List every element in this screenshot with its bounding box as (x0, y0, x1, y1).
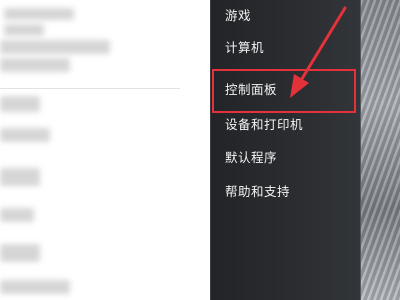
menu-item-computer[interactable]: 计算机 (225, 40, 264, 56)
menu-item-control-panel[interactable]: 控制面板 (225, 82, 277, 98)
blurred-item (4, 8, 74, 20)
start-menu-right-pane: 游戏 计算机 控制面板 设备和打印机 默认程序 帮助和支持 (210, 0, 360, 300)
blurred-item (0, 280, 70, 294)
menu-item-help-and-support[interactable]: 帮助和支持 (225, 184, 290, 200)
blurred-item (0, 40, 110, 54)
blurred-program-list (0, 0, 210, 300)
blurred-item (0, 96, 40, 112)
blurred-item (0, 208, 34, 222)
menu-item-games[interactable]: 游戏 (225, 8, 251, 24)
blurred-item (0, 168, 40, 186)
menu-item-devices-and-printers[interactable]: 设备和打印机 (225, 117, 303, 133)
desktop-background (360, 0, 400, 300)
blurred-item (4, 24, 44, 36)
blurred-item (0, 128, 50, 142)
divider (0, 88, 180, 89)
menu-item-default-programs[interactable]: 默认程序 (225, 150, 277, 166)
blurred-item (0, 58, 70, 72)
blurred-item (0, 244, 40, 262)
